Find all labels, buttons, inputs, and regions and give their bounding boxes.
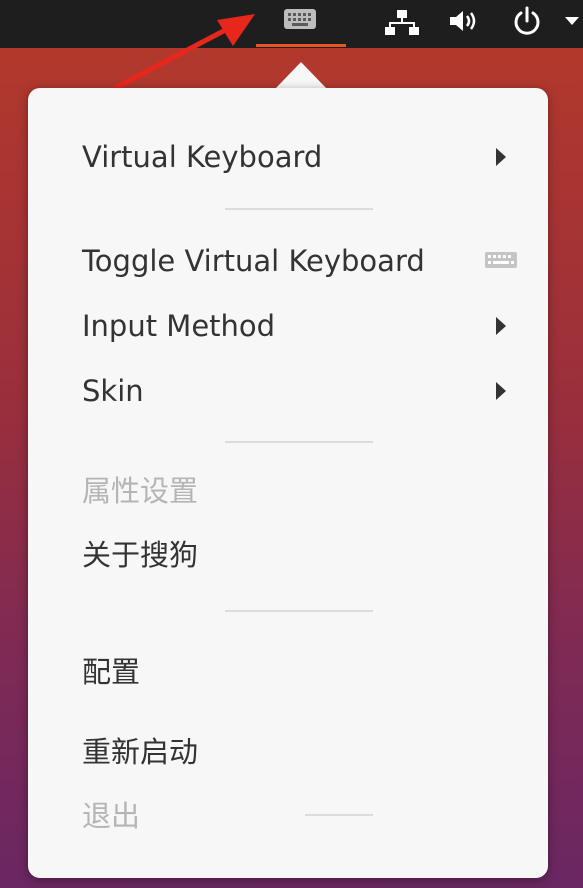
- menu-item-properties: 属性设置: [82, 474, 199, 508]
- input-method-menu: Virtual Keyboard Toggle Virtual Keyboard…: [28, 88, 548, 878]
- annotation-arrow-icon: [112, 14, 255, 91]
- active-indicator: [256, 44, 346, 47]
- menu-pointer: [275, 62, 327, 89]
- menu-separator: [225, 610, 373, 612]
- power-icon[interactable]: [510, 4, 544, 38]
- menu-item-skin[interactable]: Skin: [82, 377, 144, 406]
- menu-item-quit: 退出: [82, 799, 141, 833]
- network-icon[interactable]: [384, 8, 420, 36]
- menu-separator: [305, 814, 373, 816]
- menu-separator: [225, 208, 373, 210]
- chevron-down-icon[interactable]: [562, 14, 582, 28]
- menu-item-restart[interactable]: 重新启动: [82, 738, 198, 767]
- menu-item-toggle-virtual-keyboard[interactable]: Toggle Virtual Keyboard: [82, 247, 425, 276]
- keyboard-icon[interactable]: [283, 8, 317, 30]
- menu-item-about-sogou[interactable]: 关于搜狗: [82, 541, 198, 570]
- submenu-arrow-icon: [496, 317, 506, 335]
- menu-item-virtual-keyboard[interactable]: Virtual Keyboard: [82, 143, 322, 172]
- menu-item-configure[interactable]: 配置: [82, 658, 140, 687]
- menu-separator: [225, 441, 373, 443]
- keyboard-icon: [485, 252, 517, 268]
- menu-item-input-method[interactable]: Input Method: [82, 312, 275, 341]
- submenu-arrow-icon: [496, 382, 506, 400]
- volume-icon[interactable]: [447, 7, 483, 35]
- submenu-arrow-icon: [496, 148, 506, 166]
- top-panel: [0, 0, 583, 48]
